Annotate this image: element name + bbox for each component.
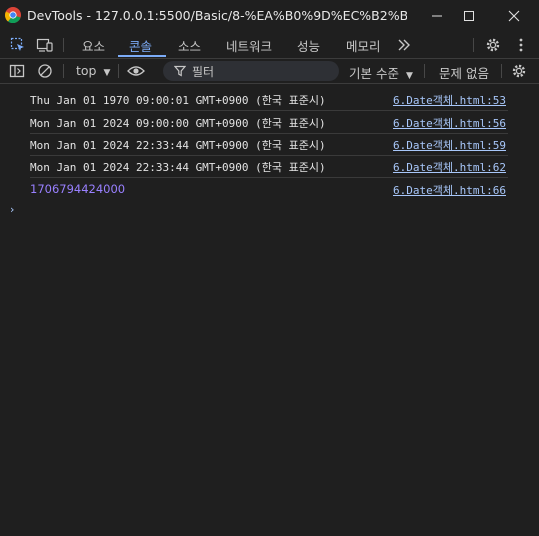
more-tabs-chevron-icon[interactable] — [395, 36, 413, 54]
tab-sources[interactable]: 소스 — [178, 36, 201, 55]
dropdown-arrow-icon: ▼ — [405, 71, 413, 81]
maximize-button[interactable] — [452, 0, 486, 32]
log-text: Mon Jan 01 2024 09:00:00 GMT+0900 (한국 표준… — [30, 117, 326, 130]
log-text: Thu Jan 01 1970 09:00:01 GMT+0900 (한국 표준… — [30, 94, 326, 107]
log-text: Mon Jan 01 2024 22:33:44 GMT+0900 (한국 표준… — [30, 161, 326, 174]
dropdown-arrow-icon: ▼ — [103, 68, 111, 78]
console-settings-gear-icon[interactable] — [510, 62, 528, 80]
context-value: top — [76, 63, 97, 78]
divider — [118, 64, 119, 78]
source-link[interactable]: 6.Date객체.html:62 — [393, 159, 506, 175]
console-output: Thu Jan 01 1970 09:00:01 GMT+0900 (한국 표준… — [0, 86, 539, 536]
device-toolbar-icon[interactable] — [36, 36, 54, 54]
tab-network[interactable]: 네트워크 — [226, 36, 272, 55]
divider — [63, 38, 64, 52]
source-link[interactable]: 6.Date객체.html:56 — [393, 115, 506, 131]
console-message-row: Mon Jan 01 2024 22:33:44 GMT+0900 (한국 표준… — [30, 133, 508, 156]
inspect-element-icon[interactable] — [9, 36, 27, 54]
issues-counter[interactable]: 문제 없음 — [439, 63, 489, 82]
tab-performance[interactable]: 성능 — [297, 36, 320, 55]
filter-placeholder: 필터 — [192, 65, 215, 79]
divider — [473, 38, 474, 52]
tab-memory[interactable]: 메모리 — [346, 36, 381, 55]
maximize-icon — [464, 11, 474, 21]
console-message-row: Mon Jan 01 2024 09:00:00 GMT+0900 (한국 표준… — [30, 111, 508, 134]
source-link[interactable]: 6.Date객체.html:53 — [393, 92, 506, 108]
log-levels-dropdown[interactable]: 기본 수준 ▼ — [349, 63, 413, 82]
source-link[interactable]: 6.Date객체.html:66 — [393, 182, 506, 198]
console-message-row: Mon Jan 01 2024 22:33:44 GMT+0900 (한국 표준… — [30, 155, 508, 178]
log-levels-value: 기본 수준 — [349, 66, 399, 81]
more-options-icon[interactable] — [512, 36, 530, 54]
source-link[interactable]: 6.Date객체.html:59 — [393, 137, 506, 153]
filter-input[interactable] — [163, 61, 339, 81]
console-message-row: 1706794424000 6.Date객체.html:66 — [30, 178, 508, 200]
settings-gear-icon[interactable] — [484, 36, 502, 54]
console-message-row: Thu Jan 01 1970 09:00:01 GMT+0900 (한국 표준… — [30, 88, 508, 111]
log-text: Mon Jan 01 2024 22:33:44 GMT+0900 (한국 표준… — [30, 139, 326, 152]
minimize-button[interactable] — [420, 0, 454, 32]
panel-tab-bar: 요소 콘솔 소스 네트워크 성능 메모리 — [0, 32, 539, 59]
divider — [501, 64, 502, 78]
close-icon — [508, 10, 520, 22]
window-title: DevTools - 127.0.0.1:5500/Basic/8-%EA%B0… — [27, 8, 407, 23]
log-number: 1706794424000 — [30, 182, 126, 196]
chrome-logo-icon — [5, 7, 21, 23]
tab-console[interactable]: 콘솔 — [129, 36, 152, 55]
live-expression-eye-icon[interactable] — [127, 62, 145, 80]
tab-elements[interactable]: 요소 — [82, 36, 105, 55]
prompt-chevron-icon: › — [10, 203, 15, 216]
context-selector[interactable]: top ▼ — [76, 63, 110, 78]
clear-console-icon[interactable] — [36, 62, 54, 80]
divider — [63, 64, 64, 78]
filter-funnel-icon — [174, 65, 186, 77]
title-bar: DevTools - 127.0.0.1:5500/Basic/8-%EA%B0… — [0, 0, 539, 32]
divider — [424, 64, 425, 78]
console-prompt-input[interactable]: › — [10, 203, 14, 216]
minimize-icon — [432, 15, 442, 17]
close-button[interactable] — [497, 0, 531, 32]
active-tab-indicator — [118, 55, 166, 57]
sidebar-toggle-icon[interactable] — [8, 62, 26, 80]
